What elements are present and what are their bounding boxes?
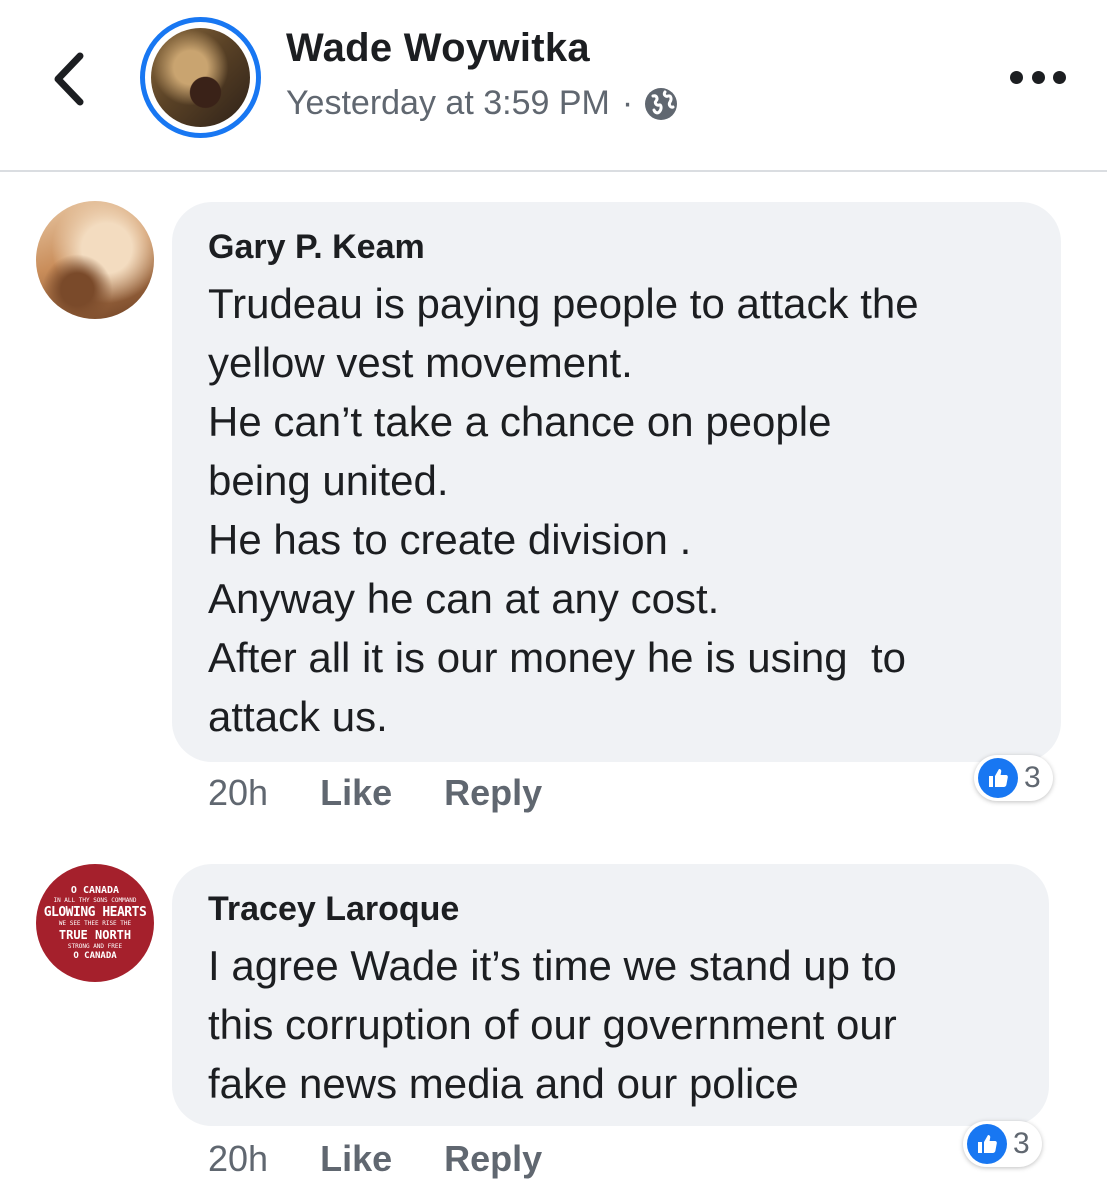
post-comments-screen: Wade Woywitka Yesterday at 3:59 PM · Gar… <box>0 0 1107 1200</box>
avatar-text: IN ALL THY SONS COMMAND <box>53 896 137 904</box>
comment-bubble: Gary P. Keam Trudeau is paying people to… <box>172 202 1061 762</box>
comment-line: After all it is our money he is using to <box>208 634 906 681</box>
comment-line: attack us. <box>208 693 388 740</box>
comment-time[interactable]: 20h <box>208 772 268 814</box>
avatar-text: GLOWING HEARTS <box>43 904 147 920</box>
reaction-summary[interactable]: 3 <box>974 755 1053 801</box>
like-button[interactable]: Like <box>320 772 392 814</box>
meta-separator: · <box>621 84 634 122</box>
comment-actions: 20h Like Reply <box>208 772 542 814</box>
thumbs-up-icon <box>978 758 1018 798</box>
post-author-avatar[interactable] <box>140 17 261 138</box>
thumbs-up-icon <box>967 1124 1007 1164</box>
comment-line: He has to create division . <box>208 516 692 563</box>
post-header: Wade Woywitka Yesterday at 3:59 PM · <box>0 0 1107 172</box>
comment-author[interactable]: Tracey Laroque <box>208 888 1015 930</box>
comment-line: He can’t take a chance on people <box>208 398 832 445</box>
more-horizontal-icon <box>1010 70 1023 84</box>
reply-button[interactable]: Reply <box>444 772 542 814</box>
globe-icon <box>643 86 679 122</box>
reply-button[interactable]: Reply <box>444 1138 542 1180</box>
reaction-count: 3 <box>1013 1127 1030 1160</box>
commenter-avatar[interactable]: O CANADA IN ALL THY SONS COMMAND GLOWING… <box>36 864 154 982</box>
avatar-image <box>151 28 250 127</box>
comment-actions: 20h Like Reply <box>208 1138 542 1180</box>
like-button[interactable]: Like <box>320 1138 392 1180</box>
chevron-left-icon <box>54 52 84 106</box>
comment-line: fake news media and our police <box>208 1060 799 1107</box>
reaction-count: 3 <box>1024 761 1041 794</box>
comment-text: Trudeau is paying people to attack the y… <box>208 274 1027 746</box>
avatar-text: STRONG AND FREE <box>67 942 123 950</box>
more-options-button[interactable] <box>1010 66 1066 88</box>
comment-line: this corruption of our government our <box>208 1001 897 1048</box>
comment-time[interactable]: 20h <box>208 1138 268 1180</box>
post-meta: Yesterday at 3:59 PM · <box>286 84 679 123</box>
comment-line: I agree Wade it’s time we stand up to <box>208 942 897 989</box>
comment-author[interactable]: Gary P. Keam <box>208 226 1027 268</box>
comment-line: Anyway he can at any cost. <box>208 575 720 622</box>
avatar-text: O CANADA <box>73 950 117 961</box>
comment-bubble: Tracey Laroque I agree Wade it’s time we… <box>172 864 1049 1126</box>
reaction-summary[interactable]: 3 <box>963 1121 1042 1167</box>
comment-line: being united. <box>208 457 449 504</box>
avatar-text: WE SEE THEE RISE THE <box>58 919 132 927</box>
comment-line: yellow vest movement. <box>208 339 633 386</box>
avatar-text: O CANADA <box>70 884 120 896</box>
commenter-avatar[interactable] <box>36 201 154 319</box>
comment-text: I agree Wade it’s time we stand up to th… <box>208 936 1015 1113</box>
post-author-name[interactable]: Wade Woywitka <box>286 26 590 71</box>
post-timestamp[interactable]: Yesterday at 3:59 PM <box>286 84 610 123</box>
back-button[interactable] <box>44 44 100 114</box>
avatar-text: TRUE NORTH <box>58 927 132 942</box>
comment-line: Trudeau is paying people to attack the <box>208 280 919 327</box>
